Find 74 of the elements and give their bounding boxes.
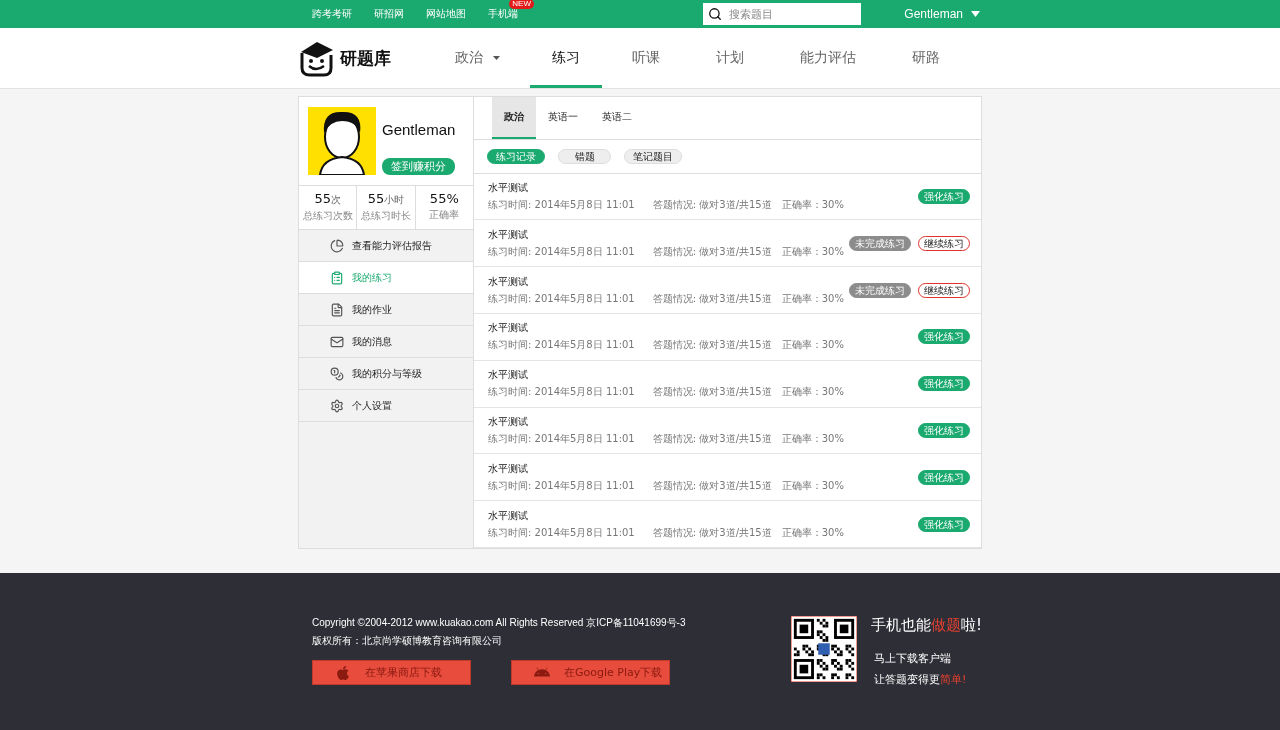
copyright-text: Copyright ©2004-2012 www.kuakao.com All Rights Reserved 京ICP备11041699号-3 bbox=[312, 616, 686, 630]
status-label: 未完成练习 bbox=[849, 235, 911, 251]
accuracy-text: 正确率：30% bbox=[781, 291, 844, 306]
accuracy-text: 正确率：30% bbox=[781, 198, 844, 213]
practice-button[interactable]: 继续练习 bbox=[918, 282, 970, 298]
record-title: 水平测试 bbox=[488, 274, 529, 289]
document-icon bbox=[330, 302, 344, 317]
stat-label: 总练习次数 bbox=[302, 209, 353, 223]
practice-time: 练习时间: 2014年5月8日 11:01 bbox=[488, 432, 635, 447]
accuracy-text: 正确率：30% bbox=[781, 244, 844, 259]
accuracy-text: 正确率：30% bbox=[781, 338, 844, 353]
answer-summary: 答题情况: 做对3道/共15道 bbox=[652, 385, 772, 400]
avatar bbox=[308, 107, 376, 175]
subject-tab[interactable]: 英语一 bbox=[536, 97, 590, 139]
accuracy-text: 正确率：30% bbox=[781, 385, 844, 400]
stat-value: 55% bbox=[429, 191, 459, 206]
nav-tab[interactable]: 政治 bbox=[429, 28, 526, 88]
owner-text: 版权所有：北京尚学硕博教育咨询有限公司 bbox=[312, 634, 503, 648]
subject-tab[interactable]: 政治 bbox=[492, 97, 536, 139]
pie-chart-icon bbox=[330, 238, 344, 253]
practice-button[interactable]: 继续练习 bbox=[918, 235, 970, 251]
filter-tab[interactable]: 错题 bbox=[558, 148, 611, 164]
slogan-text: 手机也能做题啦! bbox=[871, 616, 982, 635]
new-badge: NEW bbox=[509, 0, 534, 9]
search-field[interactable]: 搜索题目 bbox=[703, 3, 862, 25]
answer-summary: 答题情况: 做对3道/共15道 bbox=[652, 244, 772, 259]
slogan-text: 让答题变得更简单! bbox=[874, 672, 968, 687]
answer-summary: 答题情况: 做对3道/共15道 bbox=[652, 525, 772, 540]
subject-tab[interactable]: 英语二 bbox=[590, 97, 644, 139]
apple-icon bbox=[335, 664, 351, 681]
accuracy-text: 正确率：30% bbox=[781, 432, 844, 447]
filter-tab[interactable]: 笔记题目 bbox=[624, 148, 682, 164]
record-title: 水平测试 bbox=[488, 461, 529, 476]
record-title: 水平测试 bbox=[488, 181, 529, 196]
record-title: 水平测试 bbox=[488, 508, 529, 523]
practice-time: 练习时间: 2014年5月8日 11:01 bbox=[488, 291, 635, 306]
practice-time: 练习时间: 2014年5月8日 11:01 bbox=[488, 525, 635, 540]
nav-tab[interactable]: 研路 bbox=[886, 28, 966, 88]
qr-code bbox=[791, 616, 857, 682]
stat-value: 55小时 bbox=[367, 191, 405, 207]
envelope-icon bbox=[330, 334, 344, 349]
stat-label: 总练习时长 bbox=[361, 209, 411, 223]
status-label: 未完成练习 bbox=[849, 282, 911, 298]
stat-label: 正确率 bbox=[429, 208, 460, 222]
nav-tab[interactable]: 计划 bbox=[690, 28, 770, 88]
record-title: 水平测试 bbox=[488, 321, 529, 336]
answer-summary: 答题情况: 做对3道/共15道 bbox=[652, 432, 772, 447]
coins-icon bbox=[330, 366, 344, 381]
answer-summary: 答题情况: 做对3道/共15道 bbox=[652, 478, 772, 493]
answer-summary: 答题情况: 做对3道/共15道 bbox=[652, 338, 772, 353]
practice-time: 练习时间: 2014年5月8日 11:01 bbox=[488, 338, 635, 353]
nav-tab[interactable]: 能力评估 bbox=[774, 28, 882, 88]
nav-tab[interactable]: 听课 bbox=[606, 28, 686, 88]
record-title: 水平测试 bbox=[488, 227, 529, 242]
logo-text: 研题库 bbox=[340, 46, 391, 70]
record-title: 水平测试 bbox=[488, 415, 529, 430]
caret-icon bbox=[971, 11, 980, 17]
answer-summary: 答题情况: 做对3道/共15道 bbox=[652, 291, 772, 306]
answer-summary: 答题情况: 做对3道/共15道 bbox=[652, 198, 772, 213]
settings-icon bbox=[330, 398, 344, 413]
nav-tab[interactable]: 练习 bbox=[530, 28, 602, 88]
practice-time: 练习时间: 2014年5月8日 11:01 bbox=[488, 198, 635, 213]
accuracy-text: 正确率：30% bbox=[781, 478, 844, 493]
record-title: 水平测试 bbox=[488, 368, 529, 383]
list-icon bbox=[330, 270, 344, 285]
accuracy-text: 正确率：30% bbox=[781, 525, 844, 540]
sidebar-item[interactable]: 我的练习 bbox=[299, 262, 473, 294]
user-name: Gentleman bbox=[382, 121, 456, 138]
practice-time: 练习时间: 2014年5月8日 11:01 bbox=[488, 244, 635, 259]
search-icon bbox=[708, 7, 723, 21]
slogan-text: 马上下载客户端 bbox=[874, 651, 952, 666]
practice-time: 练习时间: 2014年5月8日 11:01 bbox=[488, 385, 635, 400]
practice-time: 练习时间: 2014年5月8日 11:01 bbox=[488, 478, 635, 493]
stat-value: 55次 bbox=[314, 191, 341, 207]
